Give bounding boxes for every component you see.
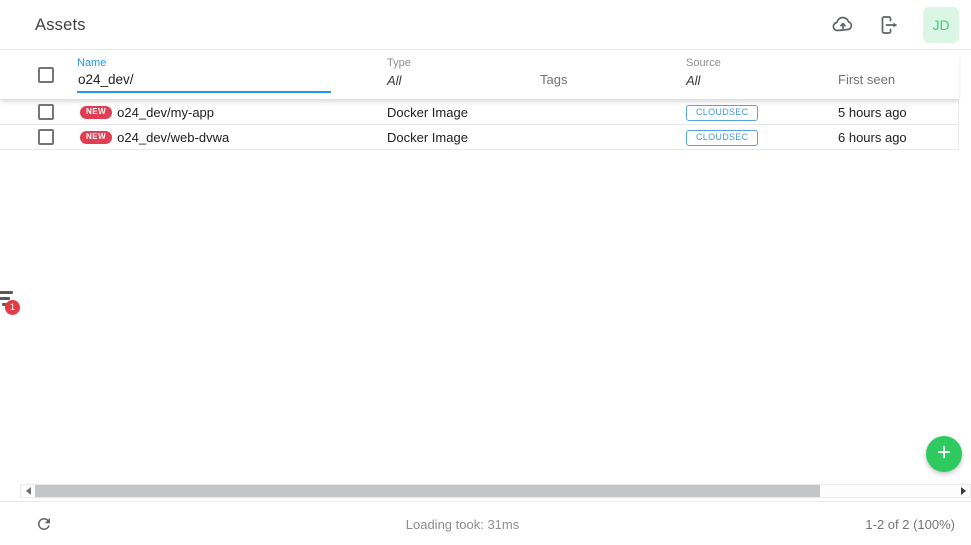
scroll-right-button[interactable]	[956, 485, 970, 497]
first-seen-column-label: First seen	[838, 72, 895, 87]
table-row[interactable]: NEW o24_dev/web-dvwa Docker Image CLOUDS…	[0, 125, 958, 150]
source-badge: CLOUDSEC	[686, 105, 758, 121]
app-bar-actions: JD	[831, 0, 959, 50]
filter-count-badge: 1	[5, 300, 20, 315]
asset-name[interactable]: o24_dev/my-app	[117, 105, 214, 120]
table-row[interactable]: NEW o24_dev/my-app Docker Image CLOUDSEC…	[0, 100, 958, 125]
horizontal-scrollbar[interactable]	[20, 484, 971, 498]
user-avatar[interactable]: JD	[923, 7, 959, 43]
asset-type: Docker Image	[387, 105, 540, 120]
logout-icon[interactable]	[877, 13, 901, 37]
row-checkbox[interactable]	[38, 104, 54, 120]
type-filter[interactable]: Type All	[387, 50, 540, 100]
loading-time-text: Loading took: 31ms	[0, 517, 925, 532]
asset-first-seen: 5 hours ago	[838, 105, 958, 120]
asset-table-body: NEW o24_dev/my-app Docker Image CLOUDSEC…	[0, 100, 959, 150]
source-filter-value[interactable]: All	[686, 73, 700, 88]
plus-icon: +	[937, 441, 951, 465]
source-filter[interactable]: Source All	[686, 50, 838, 100]
asset-type: Docker Image	[387, 130, 540, 145]
scrollbar-track[interactable]	[35, 485, 956, 497]
header-checkbox-cell	[0, 50, 77, 100]
page-title: Assets	[35, 16, 86, 35]
cloud-upload-icon[interactable]	[831, 13, 855, 37]
scroll-right-arrow-icon	[961, 487, 966, 495]
select-all-checkbox[interactable]	[38, 67, 54, 83]
name-filter-input[interactable]	[77, 70, 331, 93]
asset-name[interactable]: o24_dev/web-dvwa	[117, 130, 229, 145]
filter-panel-toggle[interactable]: 1	[0, 288, 23, 318]
scroll-left-arrow-icon	[26, 487, 31, 495]
add-asset-button[interactable]: +	[926, 436, 962, 472]
name-filter: Name	[77, 50, 387, 100]
scrollbar-thumb[interactable]	[35, 485, 820, 497]
asset-first-seen: 6 hours ago	[838, 130, 958, 145]
pagination-text: 1-2 of 2 (100%)	[865, 517, 955, 532]
source-badge: CLOUDSEC	[686, 130, 758, 146]
new-badge: NEW	[80, 131, 112, 144]
first-seen-column-header: First seen	[838, 50, 959, 100]
type-filter-label: Type	[387, 57, 411, 69]
app-bar: Assets JD	[0, 0, 971, 50]
new-badge: NEW	[80, 106, 112, 119]
row-checkbox[interactable]	[38, 129, 54, 145]
source-filter-label: Source	[686, 57, 721, 69]
tags-column-label: Tags	[540, 72, 567, 87]
type-filter-value[interactable]: All	[387, 73, 401, 88]
table-filter-row: Name Type All Tags Source All First seen	[0, 50, 959, 100]
name-filter-label: Name	[77, 57, 106, 69]
scroll-left-button[interactable]	[21, 485, 35, 497]
table-footer: Loading took: 31ms 1-2 of 2 (100%)	[0, 501, 971, 545]
tags-column-header: Tags	[540, 50, 686, 100]
